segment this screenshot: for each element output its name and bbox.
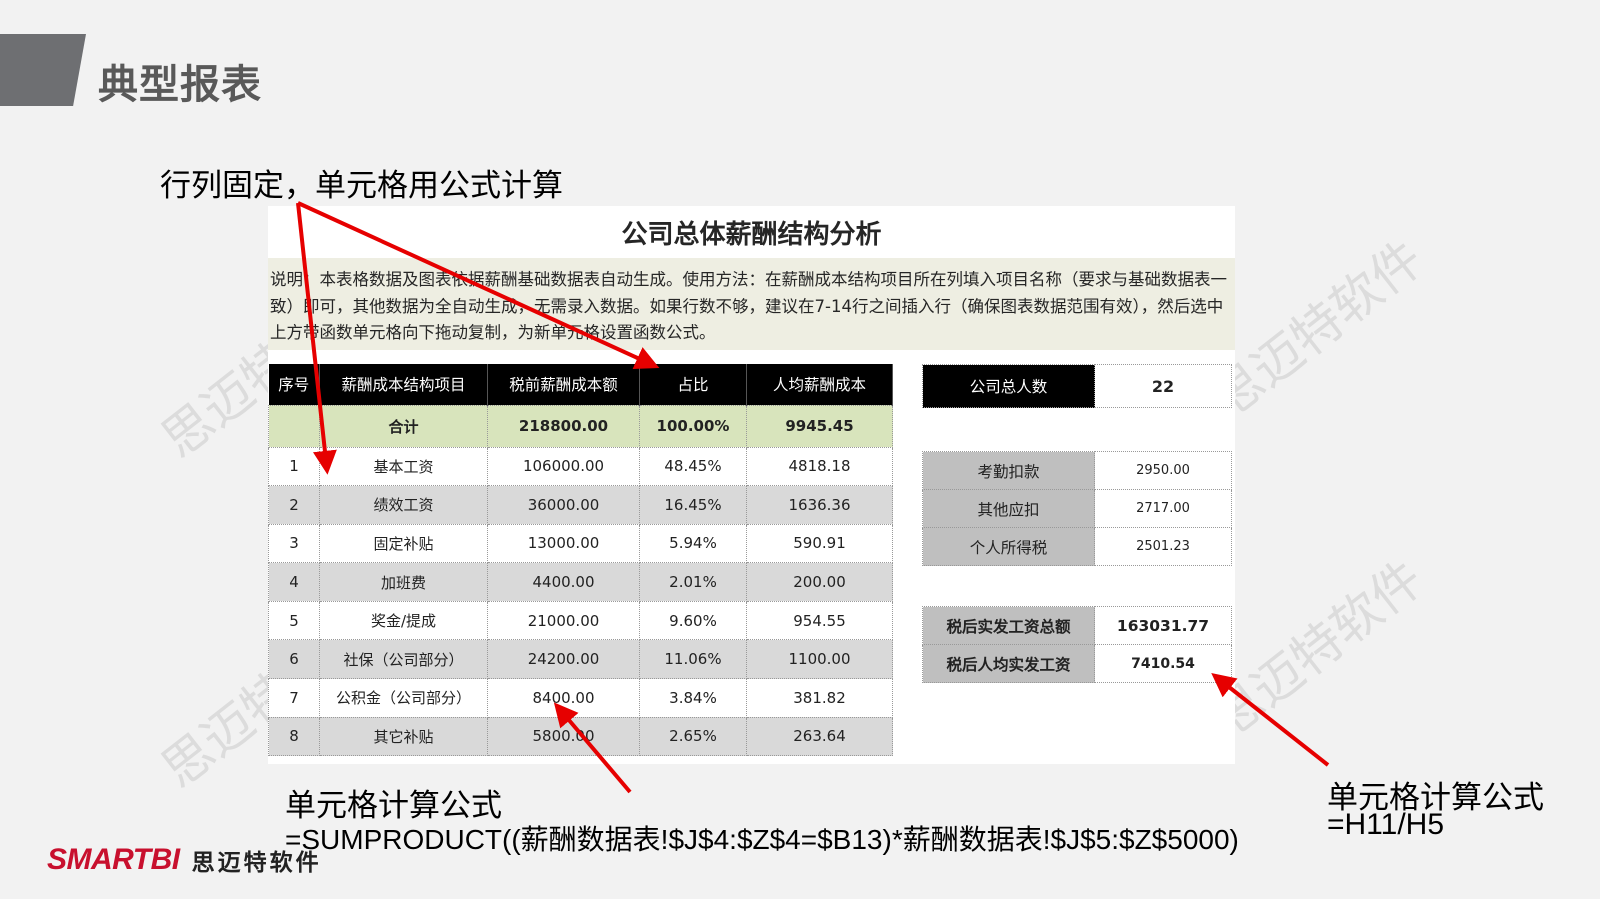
arrow-to-cell: [553, 702, 632, 794]
annotation-arrows: [296, 201, 1330, 794]
arrow-to-avg: [1211, 673, 1330, 767]
logo-brand: SMARTBI: [47, 843, 180, 876]
arrow-to-header: [297, 201, 660, 369]
company-logo: SMARTBI 思迈特软件: [47, 843, 322, 877]
logo-cn: 思迈特软件: [191, 850, 322, 876]
arrow-to-row: [296, 202, 337, 475]
